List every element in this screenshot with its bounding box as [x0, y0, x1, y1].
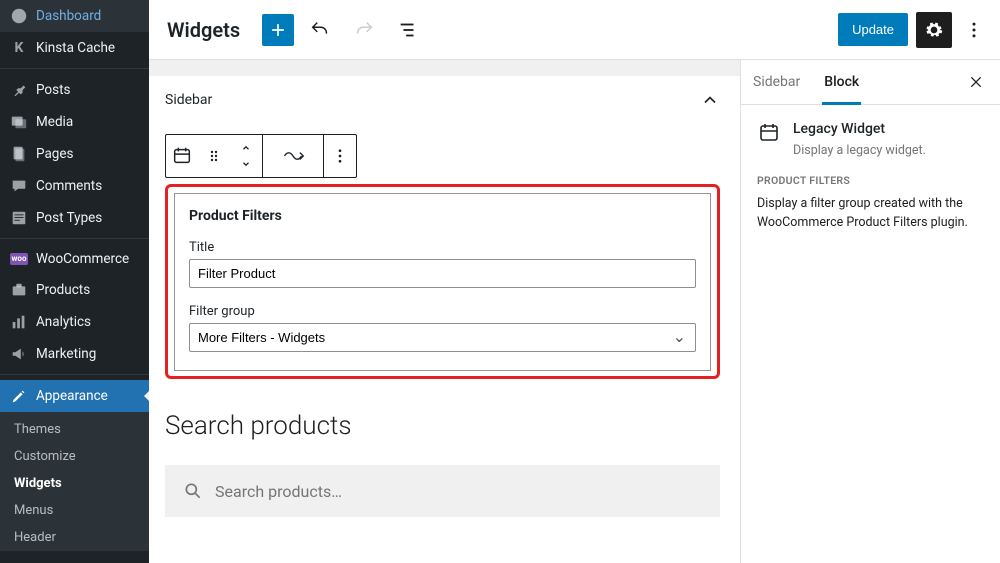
- widget-heading: Product Filters: [189, 208, 696, 224]
- filter-group-select[interactable]: More Filters - Widgets: [189, 323, 696, 352]
- block-options-button[interactable]: [324, 135, 356, 177]
- block-type-button[interactable]: [166, 135, 198, 177]
- sidebar-sub-widgets[interactable]: Widgets: [0, 470, 149, 497]
- dashboard-icon: [10, 7, 28, 25]
- settings-panel: Sidebar Block Legacy Widget Display a le…: [740, 60, 1000, 563]
- page-title: Widgets: [161, 18, 246, 42]
- product-filters-widget[interactable]: Product Filters Title Filter group More …: [174, 193, 711, 371]
- search-products-block[interactable]: Search products…: [165, 465, 720, 517]
- sidebar-label-dashboard: Dashboard: [36, 8, 101, 24]
- legacy-widget-icon: [757, 121, 781, 145]
- admin-sidebar: Dashboard K Kinsta Cache Posts Media Pag…: [0, 0, 149, 563]
- sidebar-sub-customize[interactable]: Customize: [0, 443, 149, 470]
- post-types-icon: [10, 209, 28, 227]
- widget-area-title: Sidebar: [165, 92, 212, 108]
- analytics-icon: [10, 313, 28, 331]
- sidebar-label-posts: Posts: [36, 82, 70, 98]
- panel-product-filters: PRODUCT FILTERS Display a filter group c…: [741, 174, 1000, 249]
- redo-button[interactable]: [346, 12, 382, 48]
- pin-icon: [10, 81, 28, 99]
- sidebar-item-posts[interactable]: Posts: [0, 74, 149, 106]
- sidebar-label-post-types: Post Types: [36, 210, 102, 226]
- chevron-up-icon: [700, 90, 720, 110]
- add-block-button[interactable]: [262, 14, 294, 46]
- sidebar-label-media: Media: [36, 114, 73, 130]
- block-mover[interactable]: [230, 135, 262, 177]
- close-settings-button[interactable]: [958, 64, 994, 100]
- products-icon: [10, 281, 28, 299]
- sidebar-item-kinsta[interactable]: K Kinsta Cache: [0, 32, 149, 68]
- sidebar-item-woocommerce[interactable]: woo WooCommerce: [0, 244, 149, 274]
- search-placeholder: Search products…: [215, 482, 342, 501]
- woocommerce-icon: woo: [10, 253, 28, 265]
- filter-group-label: Filter group: [189, 304, 696, 319]
- panel-section-label: PRODUCT FILTERS: [757, 174, 984, 187]
- move-down-button[interactable]: [240, 156, 252, 172]
- search-products-heading: Search products: [165, 411, 720, 441]
- sidebar-item-appearance[interactable]: Appearance: [0, 380, 149, 412]
- media-icon: [10, 113, 28, 131]
- update-button[interactable]: Update: [838, 13, 908, 46]
- drag-handle-button[interactable]: [198, 135, 230, 177]
- sidebar-label-pages: Pages: [36, 146, 74, 162]
- tab-sidebar[interactable]: Sidebar: [741, 60, 812, 104]
- kinsta-icon: K: [10, 39, 28, 57]
- block-toolbar: [165, 134, 357, 178]
- settings-tabs: Sidebar Block: [741, 60, 1000, 105]
- editor-header: Widgets Update: [149, 0, 1000, 60]
- sidebar-item-pages[interactable]: Pages: [0, 138, 149, 170]
- search-icon: [183, 481, 203, 501]
- sidebar-label-appearance: Appearance: [36, 388, 108, 404]
- sidebar-sub-header[interactable]: Header: [0, 524, 149, 551]
- options-button[interactable]: [960, 12, 988, 48]
- sidebar-item-media[interactable]: Media: [0, 106, 149, 138]
- block-info: Legacy Widget Display a legacy widget.: [741, 105, 1000, 174]
- appearance-icon: [10, 387, 28, 405]
- sidebar-item-dashboard[interactable]: Dashboard: [0, 0, 149, 32]
- widget-area-header[interactable]: Sidebar: [165, 76, 720, 124]
- undo-button[interactable]: [302, 12, 338, 48]
- sidebar-sub-menus[interactable]: Menus: [0, 497, 149, 524]
- title-label: Title: [189, 240, 696, 255]
- sidebar-item-products[interactable]: Products: [0, 274, 149, 306]
- sidebar-sub-themes[interactable]: Themes: [0, 412, 149, 443]
- move-up-button[interactable]: [240, 140, 252, 156]
- tab-block[interactable]: Block: [812, 60, 871, 104]
- sidebar-label-products: Products: [36, 282, 90, 298]
- sidebar-item-post-types[interactable]: Post Types: [0, 202, 149, 238]
- pages-icon: [10, 145, 28, 163]
- editor-main: Sidebar: [149, 60, 740, 563]
- title-input[interactable]: [189, 259, 696, 288]
- move-to-widget-area-button[interactable]: [263, 135, 323, 177]
- comments-icon: [10, 177, 28, 195]
- sidebar-item-comments[interactable]: Comments: [0, 170, 149, 202]
- block-info-desc: Display a legacy widget.: [793, 143, 926, 158]
- sidebar-label-kinsta: Kinsta Cache: [36, 40, 115, 56]
- sidebar-item-analytics[interactable]: Analytics: [0, 306, 149, 338]
- sidebar-label-woocommerce: WooCommerce: [36, 251, 129, 267]
- marketing-icon: [10, 345, 28, 363]
- sidebar-item-marketing[interactable]: Marketing: [0, 338, 149, 374]
- sidebar-label-marketing: Marketing: [36, 346, 96, 362]
- sidebar-label-comments: Comments: [36, 178, 102, 194]
- main-column: Widgets Update Sidebar: [149, 0, 1000, 563]
- panel-section-desc: Display a filter group created with the …: [757, 195, 984, 233]
- settings-button[interactable]: [916, 12, 952, 48]
- block-info-title: Legacy Widget: [793, 121, 926, 137]
- list-view-button[interactable]: [390, 12, 426, 48]
- sidebar-label-analytics: Analytics: [36, 314, 91, 330]
- highlighted-widget-frame: Product Filters Title Filter group More …: [165, 184, 720, 379]
